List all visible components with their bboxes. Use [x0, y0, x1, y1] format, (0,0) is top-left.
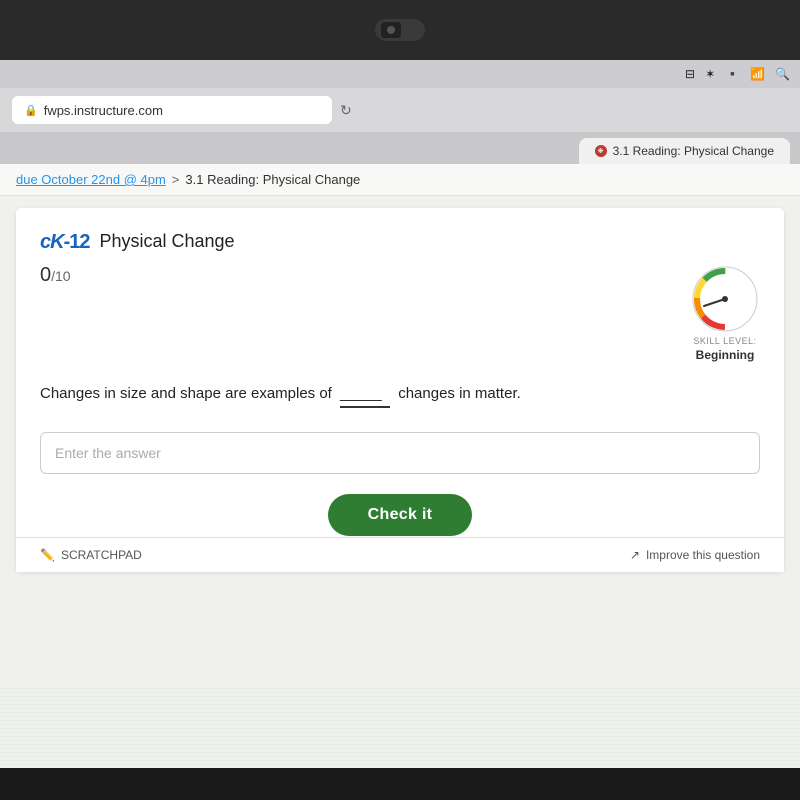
page-content: due October 22nd @ 4pm > 3.1 Reading: Ph…	[0, 164, 800, 768]
skill-gauge: SKILL LEVEL: Beginning	[690, 264, 760, 362]
breadcrumb: due October 22nd @ 4pm > 3.1 Reading: Ph…	[0, 164, 800, 196]
breadcrumb-current: 3.1 Reading: Physical Change	[185, 172, 360, 187]
menubar: ⊟ ✶ ▪️ 📶 🔍	[0, 60, 800, 88]
score-value: 0	[40, 264, 51, 286]
tab-label: 3.1 Reading: Physical Change	[613, 144, 774, 158]
check-button-container: Check it	[40, 494, 760, 536]
gauge-svg	[690, 264, 760, 334]
question-text-before: Changes in size and shape are examples o…	[40, 385, 332, 402]
menubar-search-icon: 🔍	[775, 67, 790, 81]
scratchpad-icon: ✏️	[40, 548, 55, 562]
improve-icon: ↗	[630, 548, 640, 562]
ck12-header: cK-12 Physical Change	[40, 228, 760, 254]
quiz-card: cK-12 Physical Change 0/10	[16, 208, 784, 572]
webcam-slider	[381, 22, 401, 38]
score-display: 0/10	[40, 264, 71, 287]
menubar-icons: ⊟ ✶ ▪️ 📶 🔍	[685, 67, 790, 81]
improve-question-button[interactable]: ↗ Improve this question	[630, 548, 760, 562]
browser-tab-active[interactable]: ❋ 3.1 Reading: Physical Change	[579, 138, 790, 164]
laptop-bezel	[0, 0, 800, 60]
score-row: 0/10	[40, 264, 760, 362]
menubar-battery-icon: ▪️	[725, 67, 740, 81]
improve-label: Improve this question	[646, 548, 760, 562]
menubar-wifi-icon: 📶	[750, 67, 765, 81]
bottom-bar: ✏️ SCRATCHPAD ↗ Improve this question	[16, 537, 784, 572]
score-denominator: /10	[51, 268, 70, 284]
question-text-after: changes in matter.	[398, 385, 521, 402]
tab-favicon: ❋	[595, 145, 607, 157]
address-bar[interactable]: 🔒 fwps.instructure.com	[12, 96, 332, 124]
scratchpad-button[interactable]: ✏️ SCRATCHPAD	[40, 548, 142, 562]
refresh-icon[interactable]: ↻	[340, 102, 352, 119]
webcam-cover	[375, 19, 425, 41]
breadcrumb-separator: >	[172, 172, 180, 187]
check-it-button[interactable]: Check it	[328, 494, 473, 536]
ck12-logo: cK-12	[40, 228, 89, 254]
breadcrumb-parent[interactable]: due October 22nd @ 4pm	[16, 172, 166, 187]
question-blank: _____	[340, 382, 390, 408]
menubar-display-icon: ⊟	[685, 67, 695, 81]
browser-toolbar: 🔒 fwps.instructure.com ↻	[0, 88, 800, 132]
scratchpad-label: SCRATCHPAD	[61, 548, 142, 562]
question-text: Changes in size and shape are examples o…	[40, 382, 760, 408]
quiz-title: Physical Change	[99, 231, 234, 252]
lock-icon: 🔒	[24, 104, 38, 117]
browser-window: 🔒 fwps.instructure.com ↻ ❋ 3.1 Reading: …	[0, 88, 800, 768]
url-text: fwps.instructure.com	[44, 103, 163, 118]
menubar-bluetooth-icon: ✶	[705, 67, 715, 81]
skill-level-value: Beginning	[696, 348, 755, 362]
tab-bar: ❋ 3.1 Reading: Physical Change	[0, 132, 800, 164]
skill-level-label: SKILL LEVEL:	[693, 336, 756, 346]
answer-input[interactable]	[40, 432, 760, 474]
